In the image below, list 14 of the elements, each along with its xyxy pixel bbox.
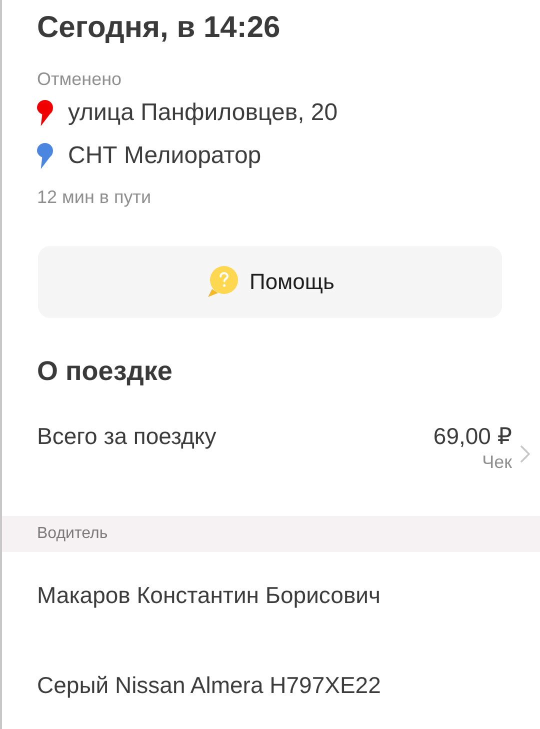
help-button[interactable]: Помощь (38, 246, 502, 318)
section-title: О поездке (37, 355, 174, 388)
help-chat-icon (206, 265, 240, 299)
section-header: Водитель (2, 516, 540, 552)
total-label: Всего за поездку (37, 422, 216, 450)
car-info: Серый Nissan Almera Н797ХЕ22 (36, 671, 382, 699)
route-address: СНТ Мелиоратор (68, 142, 262, 170)
route-address: улица Панфиловцев, 20 (68, 98, 338, 126)
trip-time-title: Сегодня, в 14:26 (37, 10, 282, 46)
total-price: 69,00 ₽ (433, 422, 512, 450)
chevron-right-icon (520, 445, 530, 463)
trip-status: Отменено (37, 68, 123, 90)
driver-name: Макаров Константин Борисович (36, 581, 382, 609)
trip-duration: 12 мин в пути (37, 186, 152, 208)
